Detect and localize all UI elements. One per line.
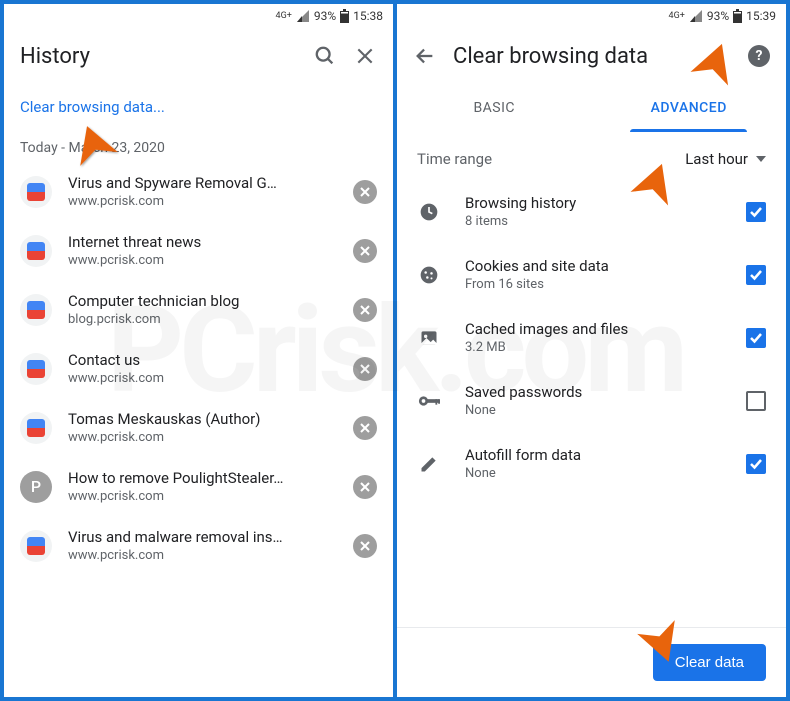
battery-percent: 93% xyxy=(707,9,729,23)
option-title: Saved passwords xyxy=(465,383,722,401)
pencil-icon xyxy=(417,454,441,474)
network-indicator: 4G+ xyxy=(276,11,292,21)
checkbox-unchecked[interactable] xyxy=(746,391,766,411)
option-title: Browsing history xyxy=(465,194,722,212)
history-title: Computer technician blog xyxy=(68,292,337,310)
option-subtitle: None xyxy=(465,403,722,418)
clear-option-row[interactable]: Cookies and site data From 16 sites xyxy=(397,243,786,306)
history-item[interactable]: P How to remove PoulightStealer… www.pcris… xyxy=(4,457,393,516)
history-url: www.pcrisk.com xyxy=(68,194,337,209)
favicon xyxy=(20,353,52,385)
status-time: 15:39 xyxy=(746,9,776,23)
page-title: Clear browsing data xyxy=(453,44,732,69)
history-header: History xyxy=(4,28,393,84)
phone-left: 4G+ 93% 15:38 History Clear browsing dat… xyxy=(4,4,393,697)
cookie-icon xyxy=(417,265,441,285)
history-item[interactable]: Virus and malware removal ins… www.pcrisk… xyxy=(4,516,393,575)
help-icon[interactable]: ? xyxy=(748,45,770,67)
back-icon[interactable] xyxy=(413,44,437,68)
favicon xyxy=(20,530,52,562)
history-title: Tomas Meskauskas (Author) xyxy=(68,410,337,428)
time-range-label: Time range xyxy=(417,150,492,168)
history-title: Contact us xyxy=(68,351,337,369)
dropdown-icon xyxy=(756,156,766,162)
options-list: Browsing history 8 items Cookies and site … xyxy=(397,180,786,495)
checkbox-checked[interactable] xyxy=(746,328,766,348)
history-item[interactable]: Contact us www.pcrisk.com xyxy=(4,339,393,398)
option-title: Cached images and files xyxy=(465,320,722,338)
key-icon xyxy=(417,395,441,407)
phone-right: 4G+ 93% 15:39 Clear browsing data ? BASI… xyxy=(397,4,786,697)
history-url: www.pcrisk.com xyxy=(68,548,337,563)
tabs: BASIC ADVANCED xyxy=(397,84,786,132)
favicon xyxy=(20,294,52,326)
history-title: Internet threat news xyxy=(68,233,337,251)
history-item[interactable]: Computer technician blog blog.pcrisk.com xyxy=(4,280,393,339)
time-range-row[interactable]: Time range Last hour xyxy=(397,132,786,180)
image-icon xyxy=(417,328,441,348)
close-icon[interactable] xyxy=(353,44,377,68)
history-url: www.pcrisk.com xyxy=(68,371,337,386)
status-bar: 4G+ 93% 15:38 xyxy=(4,4,393,28)
option-subtitle: 8 items xyxy=(465,214,722,229)
option-subtitle: From 16 sites xyxy=(465,277,722,292)
favicon xyxy=(20,412,52,444)
history-url: www.pcrisk.com xyxy=(68,489,337,504)
tab-advanced[interactable]: ADVANCED xyxy=(592,84,787,132)
history-url: blog.pcrisk.com xyxy=(68,312,337,327)
history-title: How to remove PoulightStealer… xyxy=(68,469,337,487)
clear-browsing-data-link[interactable]: Clear browsing data... xyxy=(4,84,393,130)
battery-percent: 93% xyxy=(314,9,336,23)
option-subtitle: 3.2 MB xyxy=(465,340,722,355)
favicon xyxy=(20,235,52,267)
checkbox-checked[interactable] xyxy=(746,454,766,474)
history-item[interactable]: Virus and Spyware Removal G… www.pcrisk.c… xyxy=(4,162,393,221)
history-date: Today - March 23, 2020 xyxy=(4,130,393,162)
clear-data-header: Clear browsing data ? xyxy=(397,28,786,84)
remove-history-icon[interactable] xyxy=(353,416,377,440)
favicon xyxy=(20,176,52,208)
checkbox-checked[interactable] xyxy=(746,202,766,222)
history-list: Virus and Spyware Removal G… www.pcrisk.c… xyxy=(4,162,393,697)
search-icon[interactable] xyxy=(313,44,337,68)
history-item[interactable]: Internet threat news www.pcrisk.com xyxy=(4,221,393,280)
remove-history-icon[interactable] xyxy=(353,298,377,322)
option-title: Autofill form data xyxy=(465,446,722,464)
time-range-value: Last hour xyxy=(685,150,748,168)
clear-data-button[interactable]: Clear data xyxy=(653,644,766,681)
history-item[interactable]: Tomas Meskauskas (Author) www.pcrisk.com xyxy=(4,398,393,457)
status-time: 15:38 xyxy=(353,9,383,23)
history-title: Virus and malware removal ins… xyxy=(68,528,337,546)
clear-option-row[interactable]: Saved passwords None xyxy=(397,369,786,432)
page-title: History xyxy=(20,44,297,69)
option-subtitle: None xyxy=(465,466,722,481)
clock-icon xyxy=(417,202,441,222)
remove-history-icon[interactable] xyxy=(353,239,377,263)
checkbox-checked[interactable] xyxy=(746,265,766,285)
remove-history-icon[interactable] xyxy=(353,357,377,381)
status-bar: 4G+ 93% 15:39 xyxy=(397,4,786,28)
clear-option-row[interactable]: Browsing history 8 items xyxy=(397,180,786,243)
signal-icon xyxy=(296,10,310,22)
history-url: www.pcrisk.com xyxy=(68,430,337,445)
clear-option-row[interactable]: Cached images and files 3.2 MB xyxy=(397,306,786,369)
battery-icon xyxy=(733,9,742,23)
signal-icon xyxy=(689,10,703,22)
history-title: Virus and Spyware Removal G… xyxy=(68,174,337,192)
network-indicator: 4G+ xyxy=(669,11,685,21)
favicon-letter: P xyxy=(20,471,52,503)
bottom-bar: Clear data xyxy=(397,627,786,697)
remove-history-icon[interactable] xyxy=(353,475,377,499)
remove-history-icon[interactable] xyxy=(353,534,377,558)
battery-icon xyxy=(340,9,349,23)
history-url: www.pcrisk.com xyxy=(68,253,337,268)
tab-basic[interactable]: BASIC xyxy=(397,84,592,132)
remove-history-icon[interactable] xyxy=(353,180,377,204)
option-title: Cookies and site data xyxy=(465,257,722,275)
clear-option-row[interactable]: Autofill form data None xyxy=(397,432,786,495)
